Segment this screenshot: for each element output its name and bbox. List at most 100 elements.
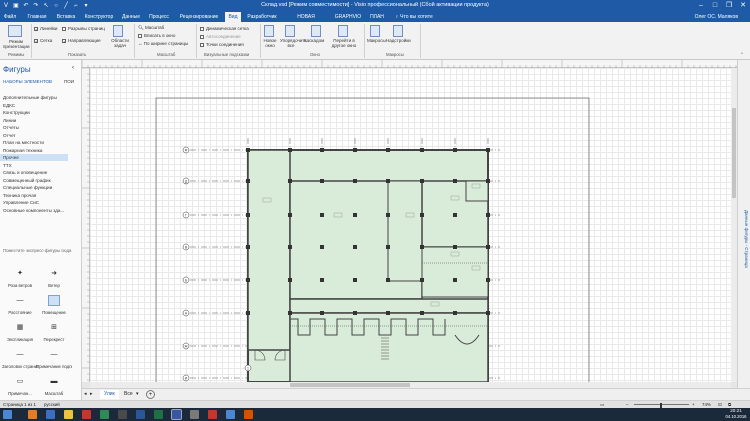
tab-file[interactable]: Файл: [2, 12, 18, 22]
stencil-item[interactable]: ТТХ: [0, 162, 82, 169]
horizontal-ruler[interactable]: [81, 60, 737, 68]
restore-button[interactable]: ❐: [722, 0, 736, 12]
tell-me-box[interactable]: ♀ Что вы хотите сделать?: [395, 12, 455, 30]
clock-time[interactable]: 20:21: [724, 408, 748, 413]
taskbar-app5-icon[interactable]: [208, 410, 217, 419]
page-nav-next-icon[interactable]: ▸: [90, 391, 93, 397]
taskbar-visio-icon[interactable]: [171, 409, 182, 420]
status-language[interactable]: русский: [44, 402, 60, 407]
task-panes-icon[interactable]: [113, 25, 123, 37]
taskbar-media-icon[interactable]: [82, 410, 91, 419]
guides-checkbox[interactable]: Направляющие: [62, 38, 101, 43]
stencil-item[interactable]: Пожарная техника: [0, 147, 82, 154]
room[interactable]: [387, 180, 423, 282]
tab-data[interactable]: Данные: [121, 12, 141, 22]
room[interactable]: [247, 149, 291, 351]
taskbar-app-icon[interactable]: [28, 410, 37, 419]
switch-windows-icon[interactable]: ⧉: [728, 402, 731, 407]
stencil-item[interactable]: Конструкции: [0, 109, 82, 116]
stencil-item[interactable]: Прочее: [0, 154, 68, 161]
drawing-canvas[interactable]: ФДГВБАЖИ1: [90, 68, 731, 382]
autoconnect-checkbox[interactable]: Автосоединение: [200, 34, 241, 39]
close-button[interactable]: ✕: [736, 0, 750, 12]
tab-developer[interactable]: Разработчик: [246, 12, 278, 22]
tab-process[interactable]: Процесс: [148, 12, 170, 22]
zoom-button[interactable]: 🔍︎ Масштаб: [138, 25, 164, 31]
taskbar-explorer-icon[interactable]: [64, 410, 73, 419]
connection-points-checkbox[interactable]: Точки соединения: [200, 42, 244, 47]
shape-data-pane[interactable]: Данные фигуры - Страница: [737, 60, 750, 400]
addins-icon[interactable]: [393, 25, 403, 37]
taskbar-word-icon[interactable]: [136, 410, 145, 419]
tab-view[interactable]: Вид: [225, 12, 241, 22]
stencil-item[interactable]: Связь и оповещение: [0, 169, 82, 176]
tab-new[interactable]: НОВАЯ ВКЛАДКА: [286, 12, 326, 30]
add-page-button[interactable]: +: [146, 390, 155, 399]
maximize-button[interactable]: □: [708, 0, 722, 12]
addins-button[interactable]: Надстройки: [386, 38, 411, 43]
zoom-slider-thumb[interactable]: [660, 402, 662, 408]
stencil-item[interactable]: План на местности: [0, 139, 82, 146]
stencil-item[interactable]: Техника прочая: [0, 192, 82, 199]
dynamic-grid-checkbox[interactable]: Динамическая сетка: [200, 26, 249, 31]
macros-button[interactable]: Макросы: [367, 38, 386, 43]
taskbar-excel-icon[interactable]: [154, 410, 163, 419]
stencil-item[interactable]: Специальные функции: [0, 184, 82, 191]
stencil-item[interactable]: Основные компоненты зда...: [0, 207, 82, 214]
floor-plan-drawing[interactable]: ФДГВБАЖИ1: [182, 138, 500, 382]
new-window-icon[interactable]: [264, 25, 274, 37]
taskbar-app6-icon[interactable]: [226, 410, 235, 419]
room[interactable]: [421, 246, 489, 298]
collapse-ribbon-icon[interactable]: ⌃: [740, 52, 744, 58]
arrange-all-button[interactable]: Упорядочить все: [280, 38, 307, 48]
tab-design[interactable]: Конструктор: [84, 12, 114, 22]
tab-search[interactable]: ПОИ: [64, 79, 74, 84]
cascade-button[interactable]: Каскадом: [304, 38, 324, 43]
presentation-mode-button[interactable]: Режим презентации: [3, 39, 29, 49]
vertical-scroll-thumb[interactable]: [732, 108, 736, 198]
stencil-item[interactable]: Совмещенный график: [0, 177, 82, 184]
taskbar-app3-icon[interactable]: [118, 410, 127, 419]
cascade-icon[interactable]: [311, 25, 321, 37]
tab-graphvio[interactable]: GRAPHVIO: [334, 12, 362, 22]
stencil-item[interactable]: Дополнительные фигуры: [0, 94, 82, 101]
ruler-checkbox[interactable]: Линейки: [34, 26, 57, 31]
taskbar-app2-icon[interactable]: [100, 410, 109, 419]
page-tab-all[interactable]: Все: [124, 390, 133, 399]
start-button-icon[interactable]: [3, 410, 12, 419]
horizontal-scroll-thumb[interactable]: [290, 383, 410, 387]
page-breaks-checkbox[interactable]: Разрывы страниц: [62, 26, 105, 31]
presentation-icon[interactable]: [8, 25, 22, 37]
zoom-percent[interactable]: 74%: [702, 402, 711, 407]
taskbar-ie-icon[interactable]: [46, 410, 55, 419]
tab-plan[interactable]: ПЛАН: [368, 12, 386, 22]
macros-icon[interactable]: [370, 25, 380, 37]
page-tab-dropdown-icon[interactable]: ▾: [136, 390, 139, 399]
zoom-out-icon[interactable]: –: [626, 402, 628, 407]
tab-stencils[interactable]: НАБОРЫ ЭЛЕМЕНТОВ: [3, 79, 52, 84]
stencil-item[interactable]: Управление СиС: [0, 199, 82, 206]
grid-checkbox[interactable]: Сетка: [34, 38, 52, 43]
floor-plan[interactable]: ФДГВБАЖИ1: [90, 68, 731, 382]
task-panes-button[interactable]: Области задач: [110, 38, 130, 48]
minimize-button[interactable]: –: [694, 0, 708, 12]
page-tab-current[interactable]: Улик: [100, 390, 119, 399]
switch-window-icon[interactable]: [338, 25, 348, 37]
taskbar-app4-icon[interactable]: [190, 410, 199, 419]
new-window-button[interactable]: Новое окно: [262, 38, 278, 48]
page-width-button[interactable]: ↔ По ширине страницы: [138, 41, 188, 46]
taskbar-app7-icon[interactable]: [244, 410, 253, 419]
stencil-item[interactable]: Линии: [0, 117, 82, 124]
fit-to-window-button[interactable]: Вписать в окно: [138, 33, 175, 38]
arrange-all-icon[interactable]: [285, 25, 295, 37]
switch-window-button[interactable]: Перейти в другое окно: [330, 38, 358, 48]
pane-collapse-icon[interactable]: ‹: [72, 65, 74, 71]
tab-insert[interactable]: Вставка: [55, 12, 77, 22]
tab-review[interactable]: Рецензирование: [178, 12, 220, 22]
room[interactable]: [289, 312, 489, 382]
tab-home[interactable]: Главная: [26, 12, 48, 22]
vertical-ruler[interactable]: [82, 67, 90, 382]
stencil-item[interactable]: Отчет: [0, 132, 82, 139]
stencil-item[interactable]: Отчеты: [0, 124, 82, 131]
stencil-item[interactable]: ЕДКС: [0, 102, 82, 109]
